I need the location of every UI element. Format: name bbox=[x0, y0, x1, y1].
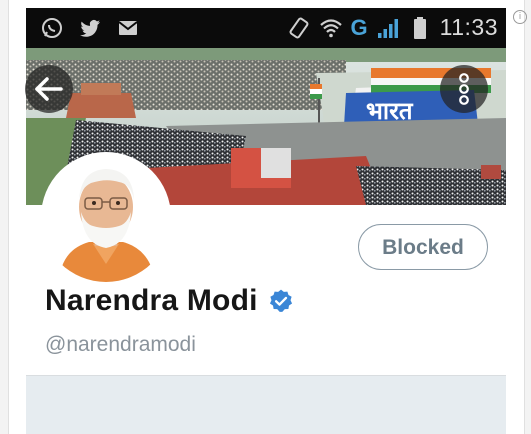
avatar[interactable] bbox=[41, 152, 171, 282]
signal-icon bbox=[377, 18, 398, 38]
profile-name-row: Narendra Modi bbox=[45, 284, 294, 318]
network-type: G bbox=[350, 14, 368, 40]
whatsapp-icon bbox=[42, 18, 62, 38]
status-bar: G 11:33 bbox=[26, 8, 506, 48]
profile-photo bbox=[43, 154, 169, 282]
back-button[interactable] bbox=[25, 65, 73, 113]
content-panel bbox=[26, 376, 506, 434]
more-options-button[interactable] bbox=[440, 65, 488, 113]
user-handle: @narendramodi bbox=[45, 333, 196, 356]
clock: 11:33 bbox=[439, 14, 498, 40]
rotate-icon bbox=[289, 17, 308, 38]
mail-icon bbox=[118, 21, 138, 35]
arrow-left-icon bbox=[35, 77, 63, 101]
info-icon: i bbox=[513, 10, 527, 24]
more-vertical-icon bbox=[459, 73, 469, 105]
display-name: Narendra Modi bbox=[45, 284, 258, 317]
twitter-icon bbox=[80, 20, 100, 37]
blocked-button[interactable]: Blocked bbox=[358, 224, 488, 270]
wifi-icon bbox=[319, 18, 342, 37]
verified-badge-icon bbox=[269, 289, 292, 312]
battery-icon bbox=[413, 16, 426, 39]
